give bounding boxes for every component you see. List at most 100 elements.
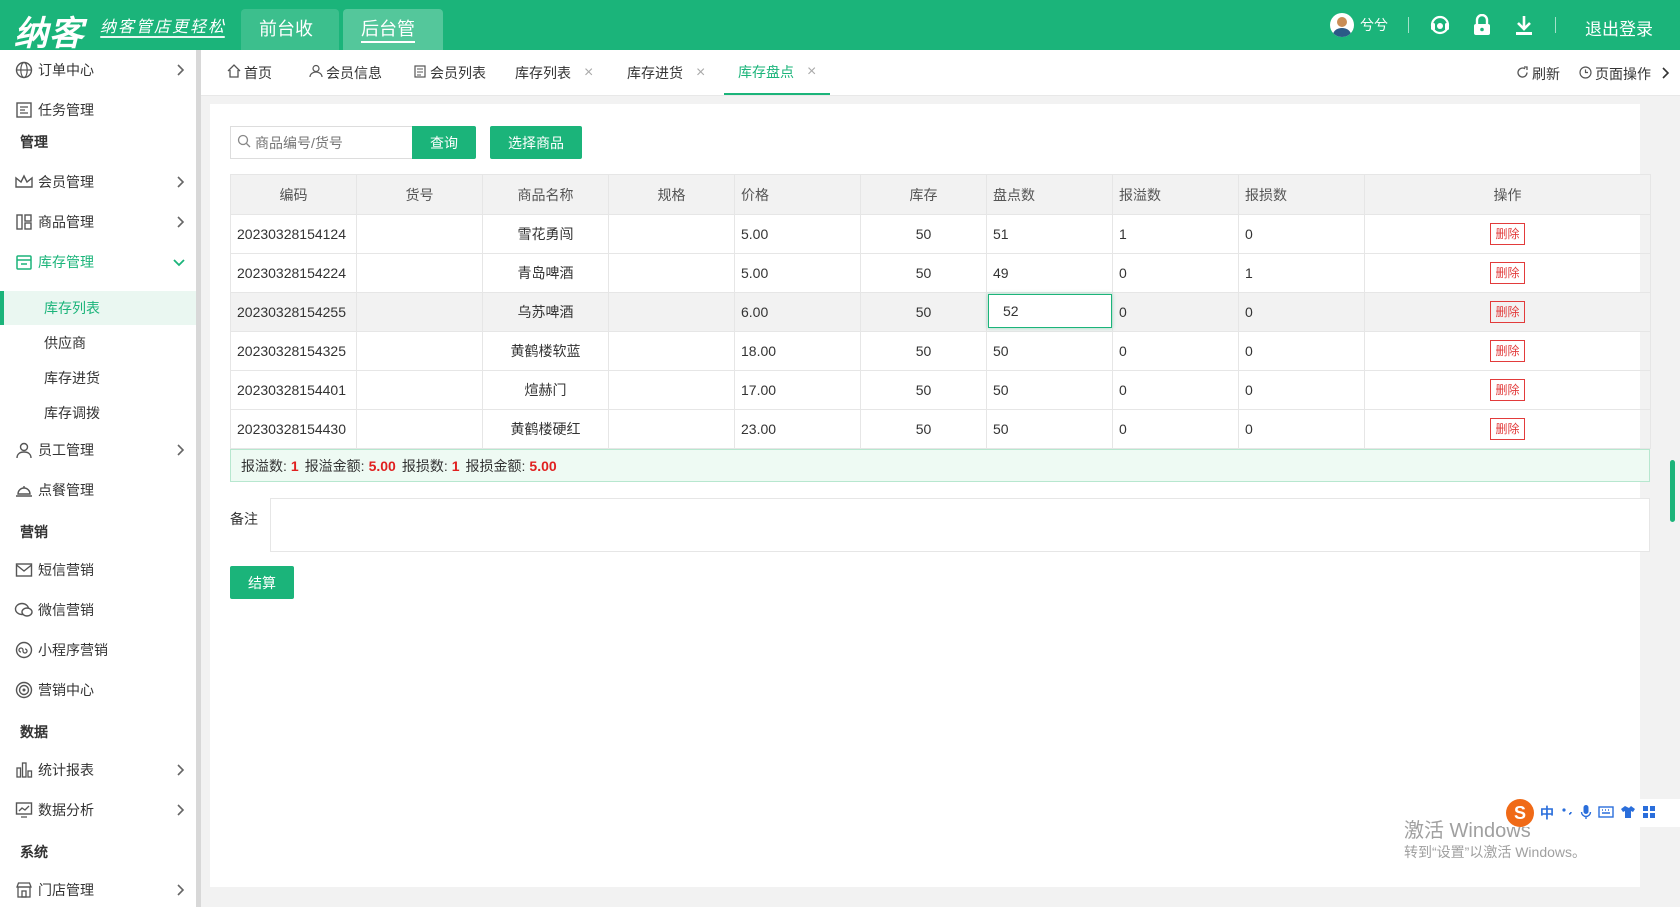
divider: [1408, 17, 1409, 33]
sidebar-item-staff[interactable]: 员工管理: [0, 432, 196, 468]
cell-stock: 50: [860, 253, 987, 293]
cell-count[interactable]: 51: [986, 214, 1113, 254]
chevron-right-icon: [176, 883, 186, 900]
ime-mode[interactable]: 中: [1540, 803, 1554, 823]
cell-loss: 0: [1238, 214, 1365, 254]
tab-inventory-list[interactable]: 库存列表 ×: [515, 50, 593, 95]
remark-label: 备注: [230, 511, 258, 527]
tab-member-info[interactable]: 会员信息: [309, 50, 382, 95]
tab-member-list[interactable]: 会员列表: [413, 50, 486, 95]
sidebar-item-miniapp[interactable]: 小程序营销: [0, 632, 196, 668]
search-input[interactable]: [255, 134, 405, 151]
download-icon[interactable]: [1512, 13, 1536, 37]
sidebar-item-analysis[interactable]: 数据分析: [0, 792, 196, 828]
chevron-right-icon[interactable]: [1661, 66, 1671, 80]
loss-count: 1: [451, 457, 460, 474]
toolbox-grid-icon[interactable]: [1642, 805, 1656, 822]
delete-button[interactable]: 删除: [1490, 223, 1525, 245]
cell-count[interactable]: 50: [986, 409, 1113, 449]
cell-count[interactable]: 50: [986, 331, 1113, 371]
tab-inventory-purchase[interactable]: 库存进货 ×: [627, 50, 705, 95]
delete-button[interactable]: 删除: [1490, 340, 1525, 362]
cell-price: 6.00: [734, 292, 861, 332]
sidebar-sub-transfer[interactable]: 库存调拨: [0, 396, 196, 430]
cell-ops: 删除: [1364, 370, 1651, 410]
microphone-icon[interactable]: [1580, 804, 1592, 823]
table-row: 20230328154430 黄鹤楼硬红 23.00 50 50 0 0 删除: [230, 409, 1651, 449]
cell-count[interactable]: 50: [986, 370, 1113, 410]
cell-count[interactable]: 49: [986, 253, 1113, 293]
logout-button[interactable]: 退出登录: [1585, 15, 1653, 40]
sidebar-sub-supplier[interactable]: 供应商: [0, 326, 196, 360]
tab-home[interactable]: 首页: [227, 50, 272, 95]
skin-shirt-icon[interactable]: [1620, 805, 1636, 822]
chevron-right-icon: [176, 63, 186, 80]
close-icon[interactable]: ×: [584, 50, 593, 96]
cell-overflow: 0: [1112, 409, 1239, 449]
nav-backend[interactable]: 后台管理: [343, 9, 443, 84]
sidebar-item-goods[interactable]: 商品管理: [0, 204, 196, 240]
cell-price: 5.00: [734, 253, 861, 293]
col-header-code: 编码: [230, 174, 357, 215]
remark-textarea[interactable]: [270, 498, 1650, 552]
cell-price: 17.00: [734, 370, 861, 410]
cell-ops: 删除: [1364, 292, 1651, 332]
sidebar-item-tasks[interactable]: 任务管理: [0, 92, 196, 128]
tabs-bar: 首页 会员信息 会员列表 库存列表 × 库存进货 × 库存盘点 × 刷新 页面操…: [201, 50, 1680, 96]
close-icon[interactable]: ×: [807, 49, 816, 95]
brand-logo: 纳客: [14, 14, 84, 54]
sidebar-item-reports[interactable]: 统计报表: [0, 752, 196, 788]
cell-spec: [608, 214, 735, 254]
sidebar-sub-inventory-list[interactable]: 库存列表: [0, 291, 196, 325]
sidebar-scrollbar[interactable]: [196, 50, 201, 907]
support-icon[interactable]: [1428, 13, 1452, 37]
cell-spec: [608, 370, 735, 410]
sidebar-item-store[interactable]: 门店管理: [0, 872, 196, 907]
user-menu[interactable]: 兮兮: [1330, 13, 1388, 37]
tab-stocktake[interactable]: 库存盘点 ×: [724, 49, 831, 95]
page-scrollbar[interactable]: [1670, 460, 1675, 522]
cell-name: 煊赫门: [482, 370, 609, 410]
globe-icon: [14, 60, 34, 80]
cell-code: 20230328154430: [230, 409, 357, 449]
close-icon[interactable]: ×: [696, 50, 705, 96]
overflow-amount-label: 报溢金额:: [304, 457, 365, 474]
sogou-logo-icon: S: [1506, 799, 1534, 827]
cell-count[interactable]: 52: [986, 292, 1113, 332]
page-ops-button[interactable]: 页面操作: [1579, 64, 1651, 84]
delete-button[interactable]: 删除: [1490, 418, 1525, 440]
refresh-icon: [1516, 66, 1529, 82]
summary-bar: 报溢数: 1 报溢金额: 5.00 报损数: 1 报损金额: 5.00: [230, 449, 1650, 482]
sidebar-item-dining[interactable]: 点餐管理: [0, 472, 196, 508]
nav-cashier[interactable]: 前台收银: [241, 9, 339, 80]
count-input[interactable]: 52: [988, 294, 1112, 328]
chevron-right-icon: [176, 175, 186, 192]
user-icon: [14, 440, 34, 460]
sidebar-sub-purchase[interactable]: 库存进货: [0, 361, 196, 395]
delete-button[interactable]: 删除: [1490, 301, 1525, 323]
wechat-icon: [14, 600, 34, 620]
cell-sku: [356, 331, 483, 371]
sidebar-item-orders[interactable]: 订单中心: [0, 52, 196, 88]
settle-button[interactable]: 结算: [230, 566, 294, 599]
stocktake-table: 编码 货号 商品名称 规格 价格 库存 盘点数 报溢数 报损数 操作 20230…: [230, 174, 1651, 449]
select-goods-button[interactable]: 选择商品: [490, 126, 582, 159]
sidebar-item-wechat[interactable]: 微信营销: [0, 592, 196, 628]
query-button[interactable]: 查询: [412, 126, 476, 159]
punctuation-icon[interactable]: [1560, 805, 1574, 822]
sidebar-item-inventory[interactable]: 库存管理: [0, 244, 196, 280]
ime-toolbar[interactable]: S 中: [1502, 799, 1680, 827]
delete-button[interactable]: 删除: [1490, 262, 1525, 284]
crown-icon: [14, 172, 34, 192]
delete-button[interactable]: 删除: [1490, 379, 1525, 401]
sidebar-item-marketing-center[interactable]: 营销中心: [0, 672, 196, 708]
search-input-wrap[interactable]: [230, 126, 412, 159]
refresh-button[interactable]: 刷新: [1516, 64, 1560, 84]
sidebar-item-sms[interactable]: 短信营销: [0, 552, 196, 588]
keyboard-icon[interactable]: [1598, 805, 1614, 821]
sidebar-item-members[interactable]: 会员管理: [0, 164, 196, 200]
cell-stock: 50: [860, 331, 987, 371]
cell-name: 青岛啤酒: [482, 253, 609, 293]
cell-ops: 删除: [1364, 331, 1651, 371]
lock-icon[interactable]: [1470, 13, 1494, 37]
